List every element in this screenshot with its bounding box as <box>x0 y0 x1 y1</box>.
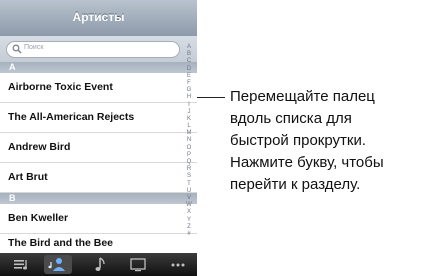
index-letter[interactable]: # <box>183 231 195 238</box>
tab-songs[interactable] <box>86 255 114 274</box>
list-item[interactable]: The Bird and the Bee <box>0 234 197 254</box>
index-letter[interactable]: Y <box>183 217 195 224</box>
index-letter[interactable]: G <box>183 87 195 94</box>
artist-name: Airborne Toxic Event <box>8 81 113 93</box>
callout-pointer-line <box>197 97 225 98</box>
index-letter[interactable]: T <box>183 181 195 188</box>
list-item[interactable]: Airborne Toxic Event <box>0 73 197 103</box>
index-letter[interactable]: H <box>183 94 195 101</box>
index-letter[interactable]: A <box>183 44 195 51</box>
index-letter[interactable]: Q <box>183 159 195 166</box>
artist-name: Andrew Bird <box>8 141 71 153</box>
index-letter[interactable]: O <box>183 145 195 152</box>
section-header-a: A <box>0 62 197 73</box>
videos-icon <box>130 258 146 272</box>
artist-name: Art Brut <box>8 171 48 183</box>
search-icon <box>12 44 22 54</box>
index-letter[interactable]: C <box>183 58 195 65</box>
navigation-bar: Артисты <box>0 0 197 37</box>
list-item[interactable]: Art Brut <box>0 163 197 193</box>
artist-name: The All-American Rejects <box>8 111 135 123</box>
artist-name: Ben Kweller <box>8 212 69 224</box>
tab-playlists[interactable] <box>8 255 36 274</box>
callout-line: перейти к разделу. <box>230 176 361 193</box>
artist-name: The Bird and the Bee <box>8 237 114 249</box>
index-letter[interactable]: U <box>183 188 195 195</box>
index-letter[interactable]: D <box>183 66 195 73</box>
playlists-icon <box>14 260 27 270</box>
artists-icon <box>48 258 65 271</box>
index-letter[interactable]: P <box>183 152 195 159</box>
iphone-screen: Артисты Поиск A Airborne Toxic Event The… <box>0 0 197 276</box>
index-letter[interactable]: M <box>183 130 195 137</box>
search-bar: Поиск <box>0 36 197 62</box>
callout-line: Нажмите букву, чтобы <box>230 154 384 171</box>
index-letter[interactable]: I <box>183 102 195 109</box>
index-letter[interactable]: Z <box>183 224 195 231</box>
tab-bar <box>0 253 197 276</box>
callout-line: быстрой прокрутки. <box>230 132 366 149</box>
index-letter[interactable]: B <box>183 51 195 58</box>
index-letter[interactable]: R <box>183 166 195 173</box>
tab-videos[interactable] <box>124 255 152 274</box>
tab-more[interactable] <box>164 255 192 274</box>
index-letter[interactable]: W <box>183 202 195 209</box>
index-letter[interactable]: J <box>183 109 195 116</box>
page-title: Артисты <box>72 10 125 24</box>
index-letter[interactable]: F <box>183 80 195 87</box>
index-letter[interactable]: X <box>183 209 195 216</box>
alphabet-index[interactable]: A B C D E F G H I J K L M N O P Q R S T U V W X Y Z # <box>183 44 195 240</box>
index-letter[interactable]: L <box>183 123 195 130</box>
index-letter[interactable]: S <box>183 173 195 180</box>
index-letter[interactable]: K <box>183 116 195 123</box>
songs-icon <box>95 257 105 271</box>
callout-line: вдоль списка для <box>230 110 352 127</box>
list-item[interactable]: Andrew Bird <box>0 133 197 163</box>
more-icon <box>171 263 185 267</box>
section-header-b: B <box>0 193 197 204</box>
list-item[interactable]: Ben Kweller <box>0 204 197 234</box>
index-letter[interactable]: V <box>183 195 195 202</box>
search-input[interactable]: Поиск <box>6 41 180 58</box>
list-item[interactable]: The All-American Rejects <box>0 103 197 133</box>
tab-artists[interactable] <box>44 255 72 274</box>
callout-text: Перемещайте палец вдоль списка для быстр… <box>230 86 429 196</box>
search-placeholder: Поиск <box>24 44 44 51</box>
index-letter[interactable]: E <box>183 73 195 80</box>
index-letter[interactable]: N <box>183 137 195 144</box>
callout-line: Перемещайте палец <box>230 88 375 105</box>
